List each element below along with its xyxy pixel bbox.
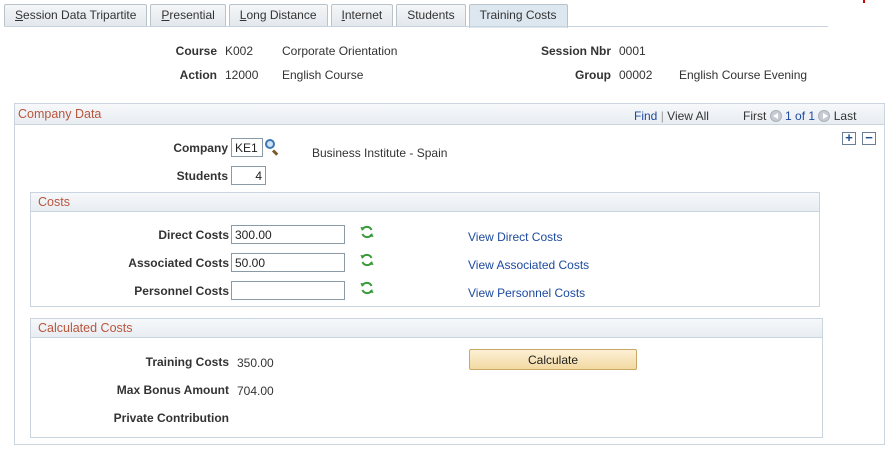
tab-label: Students — [407, 8, 455, 22]
group-description: English Course Evening — [679, 68, 808, 82]
action-label: Action — [179, 68, 217, 82]
course-code: K002 — [225, 44, 254, 58]
last-label[interactable]: Last — [834, 109, 857, 123]
tab-training-costs[interactable]: Training Costs — [468, 4, 568, 28]
direct-costs-label: Direct Costs — [158, 228, 229, 242]
previous-arrow-icon[interactable] — [769, 110, 782, 122]
first-label[interactable]: First — [743, 109, 766, 123]
associated-costs-label: Associated Costs — [128, 256, 229, 270]
costs-header: Costs — [30, 192, 820, 212]
calculated-costs-header: Calculated Costs — [30, 318, 823, 338]
find-link[interactable]: Find — [634, 109, 657, 123]
tab-internet[interactable]: Internet — [330, 4, 394, 27]
company-data-title: Company Data — [18, 107, 102, 121]
company-label: Company — [173, 141, 228, 155]
tab-presential[interactable]: Presential — [150, 4, 226, 27]
max-bonus-amount-value: 704.00 — [237, 384, 274, 398]
tab-label: nternet — [344, 8, 383, 22]
associated-costs-input[interactable] — [231, 253, 345, 272]
tab-students[interactable]: Students — [396, 4, 466, 27]
tab-session-data-tripartite[interactable]: Session Data Tripartite — [4, 4, 148, 27]
costs-title: Costs — [38, 195, 70, 209]
corner-marker — [863, 0, 865, 3]
tab-label: resential — [169, 8, 215, 22]
session-nbr-value: 0001 — [619, 44, 646, 58]
lookup-icon[interactable] — [264, 139, 280, 156]
refresh-associated-costs-icon[interactable] — [360, 253, 374, 267]
training-costs-value: 350.00 — [237, 356, 274, 370]
lookup-icon-glass — [265, 139, 275, 149]
tab-label: ession Data Tripartite — [23, 8, 137, 22]
personnel-costs-label: Personnel Costs — [134, 284, 229, 298]
row-range: 1 of 1 — [785, 109, 816, 123]
view-all-link[interactable]: View All — [667, 109, 709, 123]
company-input[interactable] — [231, 138, 263, 157]
nav-separator: | — [660, 109, 664, 123]
students-label: Students — [176, 169, 228, 183]
delete-row-button[interactable]: − — [862, 131, 876, 145]
session-nbr-label: Session Nbr — [540, 44, 611, 58]
private-contribution-label: Private Contribution — [113, 411, 229, 425]
find-view-all-nav: Find | View All — [634, 109, 709, 123]
tab-label: Training Costs — [479, 8, 557, 22]
company-data-header: Company Data Find | View All First 1 of … — [14, 103, 885, 125]
action-code: 12000 — [225, 68, 259, 82]
group-label: Group — [575, 68, 611, 82]
personnel-costs-input[interactable] — [231, 281, 345, 300]
refresh-personnel-costs-icon[interactable] — [360, 281, 374, 295]
max-bonus-amount-label: Max Bonus Amount — [116, 383, 229, 397]
tab-label: ong Distance — [246, 8, 317, 22]
tab-bar: Session Data Tripartite Presential Long … — [4, 4, 571, 28]
action-description: English Course — [282, 68, 364, 82]
training-costs-label: Training Costs — [145, 355, 229, 369]
view-direct-costs-link[interactable]: View Direct Costs — [468, 230, 562, 244]
group-code: 00002 — [619, 68, 653, 82]
lookup-icon-handle — [271, 149, 279, 156]
add-row-button[interactable]: + — [842, 131, 856, 145]
next-arrow-icon[interactable] — [818, 110, 831, 122]
pagination-nav: First 1 of 1 Last — [743, 109, 856, 123]
view-associated-costs-link[interactable]: View Associated Costs — [468, 258, 589, 272]
tab-long-distance[interactable]: Long Distance — [228, 4, 328, 27]
calculated-costs-title: Calculated Costs — [38, 321, 133, 335]
refresh-direct-costs-icon[interactable] — [360, 225, 374, 239]
students-input[interactable] — [231, 166, 266, 185]
direct-costs-input[interactable] — [231, 225, 345, 244]
company-description: Business Institute - Spain — [312, 146, 448, 160]
course-label: Course — [175, 44, 217, 58]
tab-divider — [4, 26, 828, 27]
view-personnel-costs-link[interactable]: View Personnel Costs — [468, 286, 585, 300]
course-description: Corporate Orientation — [282, 44, 398, 58]
tab-mnemonic: S — [15, 8, 24, 22]
calculate-button[interactable]: Calculate — [469, 349, 637, 370]
